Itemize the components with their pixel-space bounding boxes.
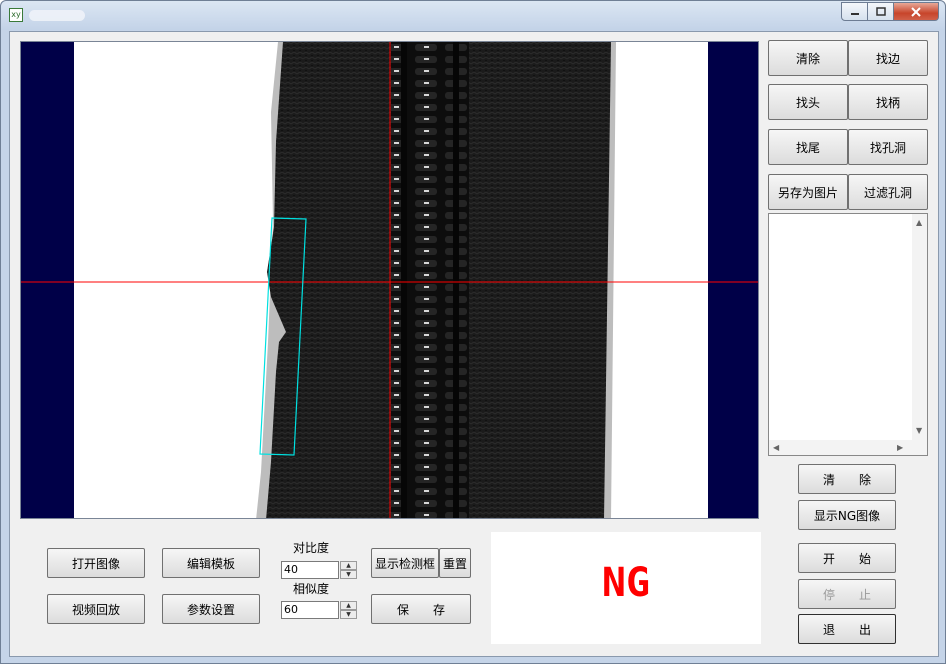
clear-button[interactable]: 清除 xyxy=(768,40,848,76)
contrast-input[interactable]: 40 xyxy=(281,561,339,579)
open-image-button[interactable]: 打开图像 xyxy=(47,548,145,578)
exit-button[interactable]: 退 出 xyxy=(798,614,896,644)
close-icon xyxy=(911,6,921,17)
similarity-label: 相似度 xyxy=(293,582,330,596)
close-button[interactable] xyxy=(894,2,939,21)
maximize-icon xyxy=(875,6,886,16)
scroll-right-icon[interactable]: ▶ xyxy=(897,443,903,452)
scroll-down-icon[interactable]: ▼ xyxy=(916,426,922,435)
list-horizontal-scrollbar[interactable]: ◀ ▶ xyxy=(769,440,927,455)
save-button[interactable]: 保 存 xyxy=(371,594,471,624)
zipper-image xyxy=(21,42,758,518)
contrast-spinner[interactable]: 40 ▲ ▼ xyxy=(281,561,358,579)
save-as-image-button[interactable]: 另存为图片 xyxy=(768,174,848,210)
find-edge-button[interactable]: 找边 xyxy=(848,40,928,76)
find-handle-button[interactable]: 找柄 xyxy=(848,84,928,120)
window-title-blurred xyxy=(29,10,85,21)
similarity-down-arrow-icon[interactable]: ▼ xyxy=(340,610,357,619)
result-status-text: NG xyxy=(601,560,651,606)
app-icon: xy xyxy=(9,8,23,22)
find-head-button[interactable]: 找头 xyxy=(768,84,848,120)
edit-template-button[interactable]: 编辑模板 xyxy=(162,548,260,578)
minimize-button[interactable] xyxy=(841,2,868,21)
show-ng-image-button[interactable]: 显示NG图像 xyxy=(798,500,896,530)
contrast-up-arrow-icon[interactable]: ▲ xyxy=(340,561,357,570)
result-list[interactable]: ▲ ▼ ◀ ▶ xyxy=(768,213,928,456)
similarity-up-arrow-icon[interactable]: ▲ xyxy=(340,601,357,610)
list-vertical-scrollbar[interactable]: ▲ ▼ xyxy=(912,214,927,440)
clear-list-button[interactable]: 清 除 xyxy=(798,464,896,494)
minimize-icon xyxy=(850,12,859,15)
stop-button[interactable]: 停 止 xyxy=(798,579,896,609)
main-window: xy 清除 找边 找头 找柄 找尾 找孔洞 另存为图片 过滤孔洞 ▲ ▼ ◀ ▶… xyxy=(0,0,946,664)
scroll-up-icon[interactable]: ▲ xyxy=(916,218,922,227)
reset-button[interactable]: 重置 xyxy=(439,548,471,578)
similarity-spinner[interactable]: 60 ▲ ▼ xyxy=(281,601,358,619)
image-viewer[interactable] xyxy=(20,41,759,519)
contrast-down-arrow-icon[interactable]: ▼ xyxy=(340,570,357,579)
param-settings-button[interactable]: 参数设置 xyxy=(162,594,260,624)
similarity-input[interactable]: 60 xyxy=(281,601,339,619)
start-button[interactable]: 开 始 xyxy=(798,543,896,573)
find-tail-button[interactable]: 找尾 xyxy=(768,129,848,165)
title-bar[interactable]: xy xyxy=(1,1,945,30)
show-detection-box-button[interactable]: 显示检测框 xyxy=(371,548,439,578)
scroll-left-icon[interactable]: ◀ xyxy=(773,443,779,452)
find-hole-button[interactable]: 找孔洞 xyxy=(848,129,928,165)
window-controls xyxy=(841,2,939,21)
filter-hole-button[interactable]: 过滤孔洞 xyxy=(848,174,928,210)
result-panel: NG xyxy=(491,532,761,644)
contrast-label: 对比度 xyxy=(293,541,330,555)
video-playback-button[interactable]: 视频回放 xyxy=(47,594,145,624)
maximize-button[interactable] xyxy=(868,2,894,21)
